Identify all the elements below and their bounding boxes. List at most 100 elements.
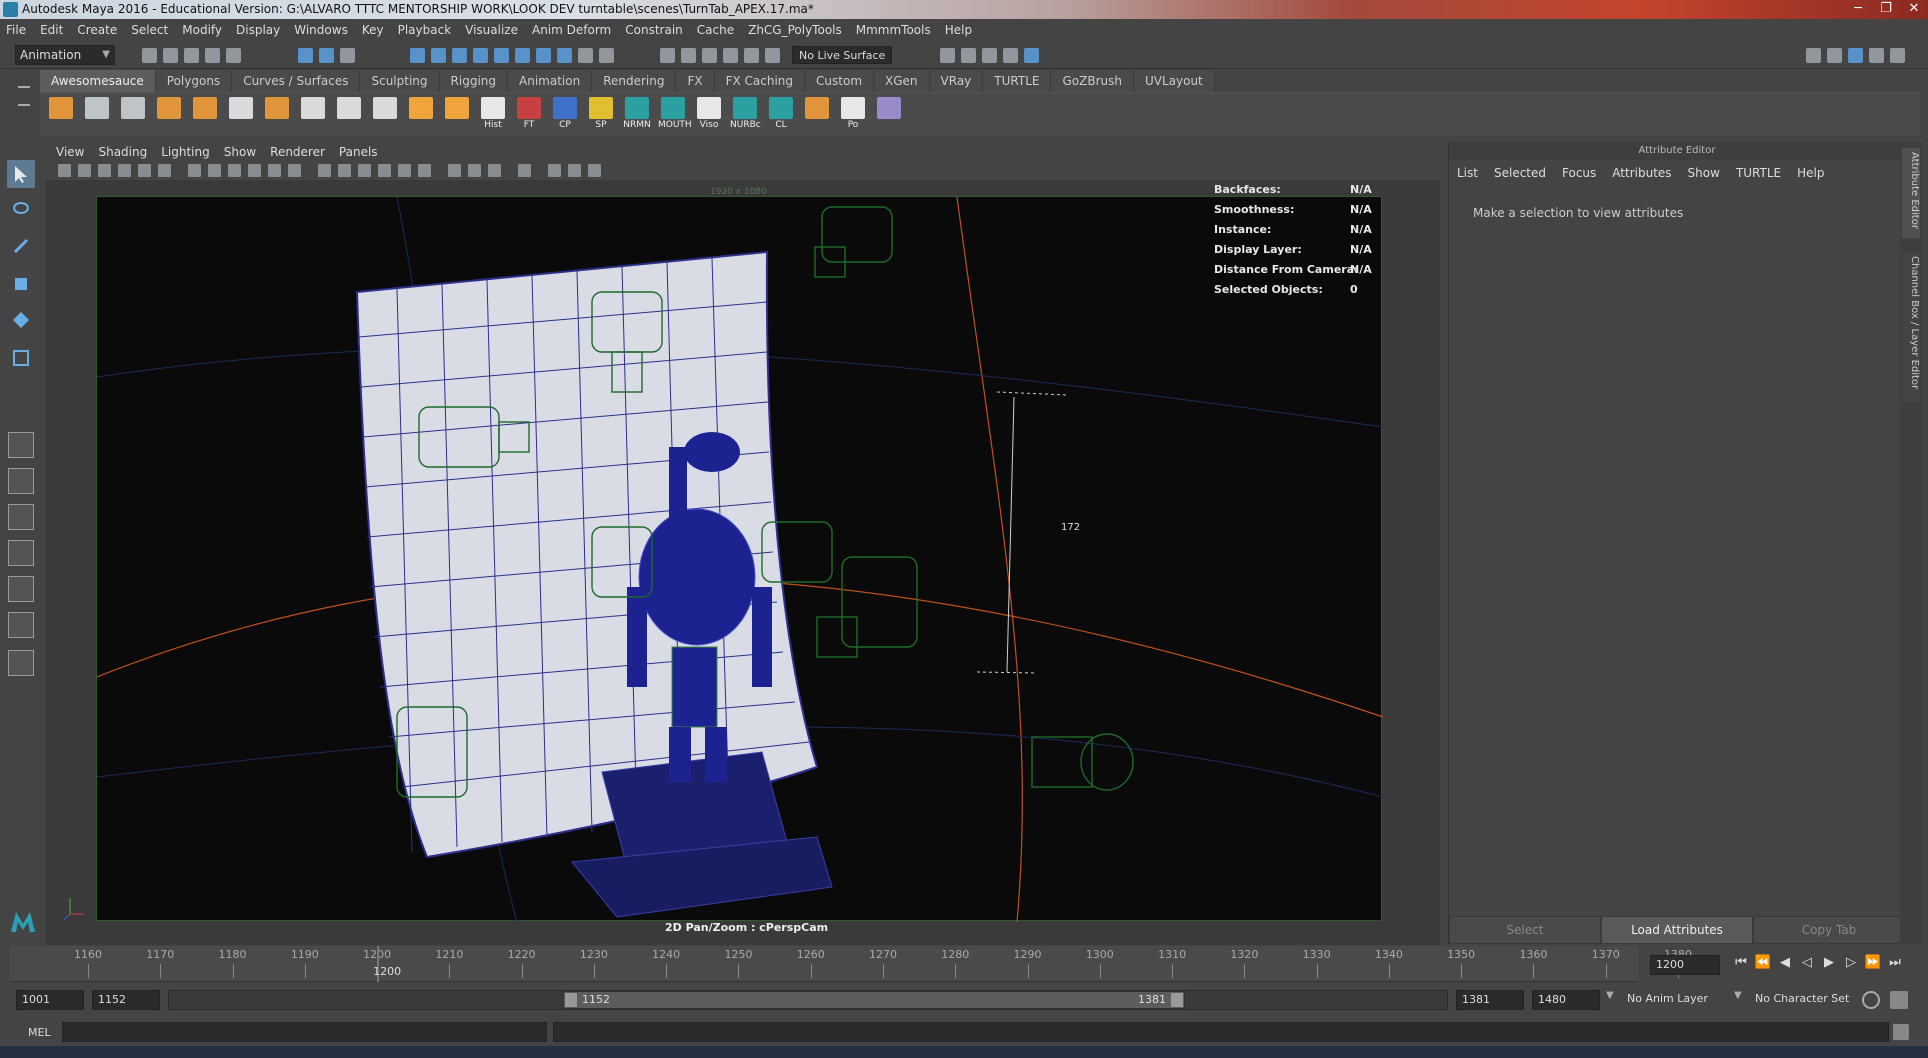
- paint-select-tool[interactable]: [7, 232, 35, 260]
- shelf-button-cp[interactable]: CP: [550, 97, 580, 131]
- shelf-tab-gozbrush[interactable]: GoZBrush: [1051, 70, 1134, 92]
- xray-active-icon[interactable]: [568, 164, 581, 177]
- shelf-tab-vray[interactable]: VRay: [929, 70, 984, 92]
- play-backward-button[interactable]: ◁: [1796, 955, 1818, 970]
- character-set-dropdown[interactable]: No Character Set: [1750, 990, 1862, 1010]
- menu-playback[interactable]: Playback: [398, 23, 452, 37]
- grease-pencil-icon[interactable]: [158, 164, 171, 177]
- shelf-button-ft[interactable]: FT: [514, 97, 544, 131]
- shelf-button-uv-cube[interactable]: [874, 97, 904, 131]
- shelf-tab-animation[interactable]: Animation: [508, 70, 593, 92]
- ae-menu-selected[interactable]: Selected: [1494, 166, 1546, 180]
- scale-tool[interactable]: [7, 344, 35, 372]
- isolate-select-icon[interactable]: [518, 164, 531, 177]
- shelf-button-box[interactable]: [406, 97, 436, 131]
- shelf-button-flatten[interactable]: [802, 97, 832, 131]
- ae-copy-tab-button[interactable]: Copy Tab: [1753, 916, 1905, 944]
- menu-visualize[interactable]: Visualize: [465, 23, 518, 37]
- shelf-tab-turtle[interactable]: TURTLE: [983, 70, 1052, 92]
- select-tool[interactable]: [7, 160, 35, 188]
- shelf-button-stack[interactable]: [226, 97, 256, 131]
- current-frame-field[interactable]: 1200: [1650, 955, 1720, 975]
- step-back-button[interactable]: ⏪: [1752, 955, 1774, 970]
- ae-menu-help[interactable]: Help: [1797, 166, 1824, 180]
- screen-space-ao-icon[interactable]: [448, 164, 461, 177]
- render-settings-icon[interactable]: [940, 48, 955, 63]
- step-forward-button[interactable]: ⏩: [1862, 955, 1884, 970]
- shelf-button-bounding-box[interactable]: [82, 97, 112, 131]
- bookmark-icon[interactable]: [98, 164, 111, 177]
- attribute-editor-toggle-icon[interactable]: [1848, 48, 1863, 63]
- open-scene-icon[interactable]: [163, 48, 178, 63]
- wireframe-on-shaded-icon[interactable]: [358, 164, 371, 177]
- 2d-pan-zoom-icon[interactable]: [138, 164, 151, 177]
- outliner-layout-icon[interactable]: [8, 540, 34, 566]
- shelf-tab-sculpting[interactable]: Sculpting: [360, 70, 440, 92]
- xray-icon[interactable]: [378, 164, 391, 177]
- shelf-button-cl[interactable]: CL: [766, 97, 796, 131]
- step-back-key-button[interactable]: ◀: [1774, 955, 1796, 970]
- shelf-tab-rigging[interactable]: Rigging: [439, 70, 508, 92]
- playback-end-field[interactable]: 1381: [1456, 990, 1524, 1010]
- perspective-viewport[interactable]: [96, 196, 1384, 923]
- xray-joints-icon[interactable]: [548, 164, 561, 177]
- modeling-toolkit-icon[interactable]: [1806, 48, 1821, 63]
- range-end-handle[interactable]: [1171, 993, 1183, 1007]
- script-editor-icon[interactable]: [1893, 1024, 1909, 1040]
- shelf-button-grid[interactable]: [118, 97, 148, 131]
- magnet-icon[interactable]: [765, 48, 780, 63]
- field-chart-icon[interactable]: [268, 164, 281, 177]
- shadows-icon[interactable]: [418, 164, 431, 177]
- shelf-button-bend[interactable]: [190, 97, 220, 131]
- panel-menu-panels[interactable]: Panels: [339, 145, 378, 159]
- highlight-icon[interactable]: [599, 48, 614, 63]
- image-plane-icon[interactable]: [118, 164, 131, 177]
- ae-menu-list[interactable]: List: [1457, 166, 1478, 180]
- film-gate-icon[interactable]: [208, 164, 221, 177]
- menu-create[interactable]: Create: [77, 23, 117, 37]
- shelf-tab-awesomesauce[interactable]: Awesomesauce: [40, 70, 156, 92]
- single-pane-layout-icon[interactable]: [8, 432, 34, 458]
- shelf-tab-fx[interactable]: FX: [676, 70, 715, 92]
- antialiasing-icon[interactable]: [488, 164, 501, 177]
- menu-edit[interactable]: Edit: [40, 23, 63, 37]
- select-by-component-icon[interactable]: [340, 48, 355, 63]
- mask-surfaces-icon[interactable]: [473, 48, 488, 63]
- ae-menu-turtle[interactable]: TURTLE: [1736, 166, 1781, 180]
- chevron-down-icon[interactable]: ▼: [1734, 990, 1742, 1001]
- menu-zhcg-polytools[interactable]: ZhCG_PolyTools: [748, 23, 842, 37]
- shelf-tab-curves-surfaces[interactable]: Curves / Surfaces: [232, 70, 361, 92]
- shelf-button-boxes[interactable]: [442, 97, 472, 131]
- menu-select[interactable]: Select: [131, 23, 168, 37]
- ipr-render-icon[interactable]: [982, 48, 997, 63]
- panel-menu-show[interactable]: Show: [224, 145, 256, 159]
- menu-set-dropdown[interactable]: Animation ▼: [15, 45, 115, 65]
- shelf-button-nrmn[interactable]: NRMN: [622, 97, 652, 131]
- go-to-end-button[interactable]: ⏭: [1884, 955, 1906, 970]
- mask-handles-icon[interactable]: [410, 48, 425, 63]
- lock-icon[interactable]: [578, 48, 593, 63]
- shelf-tab-uvlayout[interactable]: UVLayout: [1133, 70, 1215, 92]
- snap-grid-icon[interactable]: [660, 48, 675, 63]
- human-ik-icon[interactable]: [1827, 48, 1842, 63]
- render-frame-icon[interactable]: [961, 48, 976, 63]
- undo-icon[interactable]: [205, 48, 220, 63]
- shelf-button-nurbc[interactable]: NURBc: [730, 97, 761, 131]
- shelf-button-sp[interactable]: SP: [586, 97, 616, 131]
- side-tab-attribute-editor[interactable]: Attribute Editor: [1902, 148, 1920, 238]
- shelf-tab-xgen[interactable]: XGen: [874, 70, 930, 92]
- shelf-button-align[interactable]: [370, 97, 400, 131]
- panel-menu-shading[interactable]: Shading: [98, 145, 147, 159]
- maximize-button[interactable]: ❐: [1872, 0, 1900, 19]
- menu-constrain[interactable]: Constrain: [625, 23, 683, 37]
- menu-file[interactable]: File: [6, 23, 26, 37]
- resolution-gate-icon[interactable]: [228, 164, 241, 177]
- ae-select-button[interactable]: Select: [1449, 916, 1601, 944]
- custom-layout-icon[interactable]: [8, 650, 34, 676]
- range-slider[interactable]: 1152 1381: [563, 991, 1185, 1009]
- four-pane-layout-icon[interactable]: [8, 468, 34, 494]
- rotate-tool[interactable]: [7, 306, 35, 334]
- auto-key-icon[interactable]: [1862, 991, 1880, 1009]
- go-to-start-button[interactable]: ⏮: [1730, 955, 1752, 970]
- panel-menu-view[interactable]: View: [56, 145, 84, 159]
